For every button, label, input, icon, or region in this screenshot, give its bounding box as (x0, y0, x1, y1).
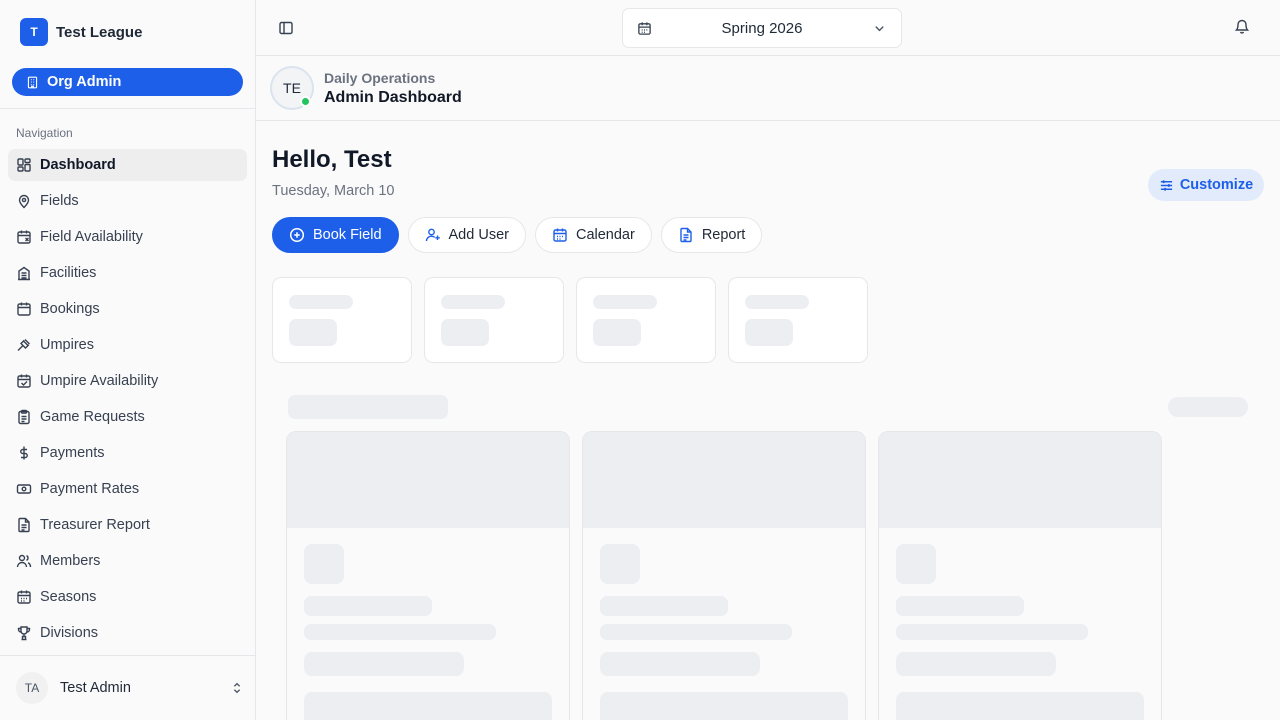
league-logo: T (20, 18, 48, 46)
sidebar-item-bookings[interactable]: Bookings (8, 293, 247, 325)
gavel-icon (17, 339, 30, 351)
sidebar-item-label: Payment Rates (40, 481, 140, 497)
sidebar-item-label: Seasons (40, 589, 97, 605)
sidebar-item-label: Game Requests (40, 409, 145, 425)
plus-circle-icon (289, 227, 305, 243)
sidebar-item-label: Umpire Availability (40, 373, 159, 389)
sidebar-item-payments[interactable]: Payments (8, 437, 247, 469)
current-date: Tuesday, March 10 (272, 183, 395, 199)
map-pin-icon (18, 194, 30, 209)
sidebar-item-dashboard[interactable]: Dashboard (8, 149, 247, 181)
sidebar-item-divisions[interactable]: Divisions (8, 617, 247, 649)
widget-card-skeleton (582, 431, 866, 720)
league-name: Test League (56, 23, 143, 41)
page-header: TE Daily Operations Admin Dashboard (256, 56, 1280, 121)
calendar-label: Calendar (575, 227, 635, 243)
bell-icon (1234, 19, 1250, 34)
clipboard-icon (18, 409, 30, 425)
sidebar-item-game-requests[interactable]: Game Requests (8, 401, 247, 433)
book-field-button[interactable]: Book Field (272, 217, 399, 253)
sidebar-item-label: Bookings (40, 301, 100, 317)
sidebar-item-label: Field Availability (40, 229, 143, 245)
sidebar-toggle-button[interactable] (276, 18, 296, 38)
sidebar-item-label: Members (40, 553, 101, 569)
report-label: Report (701, 227, 746, 243)
trophy-icon (17, 626, 31, 641)
sidebar-item-umpires[interactable]: Umpires (8, 329, 247, 361)
chevron-down-icon (875, 25, 884, 31)
banknote-icon (16, 484, 32, 494)
stat-card-skeleton (424, 277, 564, 363)
sidebar-item-members[interactable]: Members (8, 545, 247, 577)
user-name: Test Admin (60, 680, 131, 696)
top-bar: Spring 2026 (256, 0, 1280, 56)
sidebar-nav: Dashboard Fields Field Availability Faci… (8, 149, 247, 653)
dashboard-icon (17, 158, 31, 172)
calendar-icon (638, 21, 651, 35)
customize-label: Customize (1179, 177, 1254, 193)
file-text-icon (18, 517, 30, 533)
league-switcher[interactable]: T Test League (20, 18, 142, 46)
calendar-icon (17, 590, 31, 604)
sidebar-item-field-availability[interactable]: Field Availability (8, 221, 247, 253)
greeting: Hello, Test (272, 146, 392, 173)
sidebar: T Test League Org Admin Navigation Dashb… (0, 0, 256, 720)
users-icon (16, 554, 32, 568)
section-action-skeleton (1168, 397, 1248, 417)
section-title-skeleton (288, 395, 448, 419)
calendar-icon (17, 302, 31, 316)
sidebar-item-label: Payments (40, 445, 105, 461)
sidebar-item-facilities[interactable]: Facilities (8, 257, 247, 289)
user-menu[interactable]: TA Test Admin (16, 672, 244, 704)
building-icon (27, 76, 38, 88)
org-admin-button[interactable]: Org Admin (12, 68, 243, 96)
page-title: Admin Dashboard (324, 89, 462, 106)
divider (0, 655, 255, 656)
user-plus-icon (425, 228, 440, 242)
building-icon (18, 266, 30, 281)
season-value: Spring 2026 (721, 19, 803, 37)
sidebar-item-label: Treasurer Report (40, 517, 150, 533)
stat-card-skeleton (728, 277, 868, 363)
stat-card-skeleton (272, 277, 412, 363)
stat-card-skeleton (576, 277, 716, 363)
sidebar-item-umpire-availability[interactable]: Umpire Availability (8, 365, 247, 397)
calendar-check-icon (17, 374, 31, 388)
add-user-button[interactable]: Add User (407, 217, 526, 253)
sidebar-item-label: Umpires (40, 337, 94, 353)
sidebar-item-label: Fields (40, 193, 79, 209)
avatar: TA (16, 672, 48, 704)
sidebar-item-seasons[interactable]: Seasons (8, 581, 247, 613)
sliders-icon (1160, 179, 1172, 191)
customize-button[interactable]: Customize (1148, 169, 1264, 201)
sidebar-item-label: Divisions (40, 625, 99, 641)
add-user-label: Add User (448, 227, 509, 243)
org-admin-label: Org Admin (47, 74, 122, 90)
book-field-label: Book Field (313, 227, 382, 243)
page-subtitle: Daily Operations (324, 70, 436, 86)
dollar-icon (20, 446, 28, 460)
season-selector[interactable]: Spring 2026 (622, 8, 902, 48)
online-status-dot (300, 96, 311, 107)
calendar-x-icon (17, 230, 31, 244)
sidebar-item-treasurer-report[interactable]: Treasurer Report (8, 509, 247, 541)
divider (0, 108, 255, 109)
calendar-button[interactable]: Calendar (534, 217, 652, 253)
nav-section-title: Navigation (16, 126, 73, 140)
chevrons-up-down-icon (233, 682, 241, 694)
quick-actions: Book Field Add User Calendar Report (272, 217, 763, 253)
file-text-icon (680, 227, 692, 243)
widget-card-skeleton (286, 431, 570, 720)
sidebar-item-label: Dashboard (40, 157, 116, 173)
widget-card-skeleton (878, 431, 1162, 720)
sidebar-item-fields[interactable]: Fields (8, 185, 247, 217)
sidebar-item-label: Facilities (40, 265, 97, 281)
notifications-button[interactable] (1234, 18, 1254, 38)
panel-left-icon (279, 21, 293, 35)
report-button[interactable]: Report (660, 217, 763, 253)
sidebar-item-payment-rates[interactable]: Payment Rates (8, 473, 247, 505)
calendar-icon (553, 228, 567, 242)
